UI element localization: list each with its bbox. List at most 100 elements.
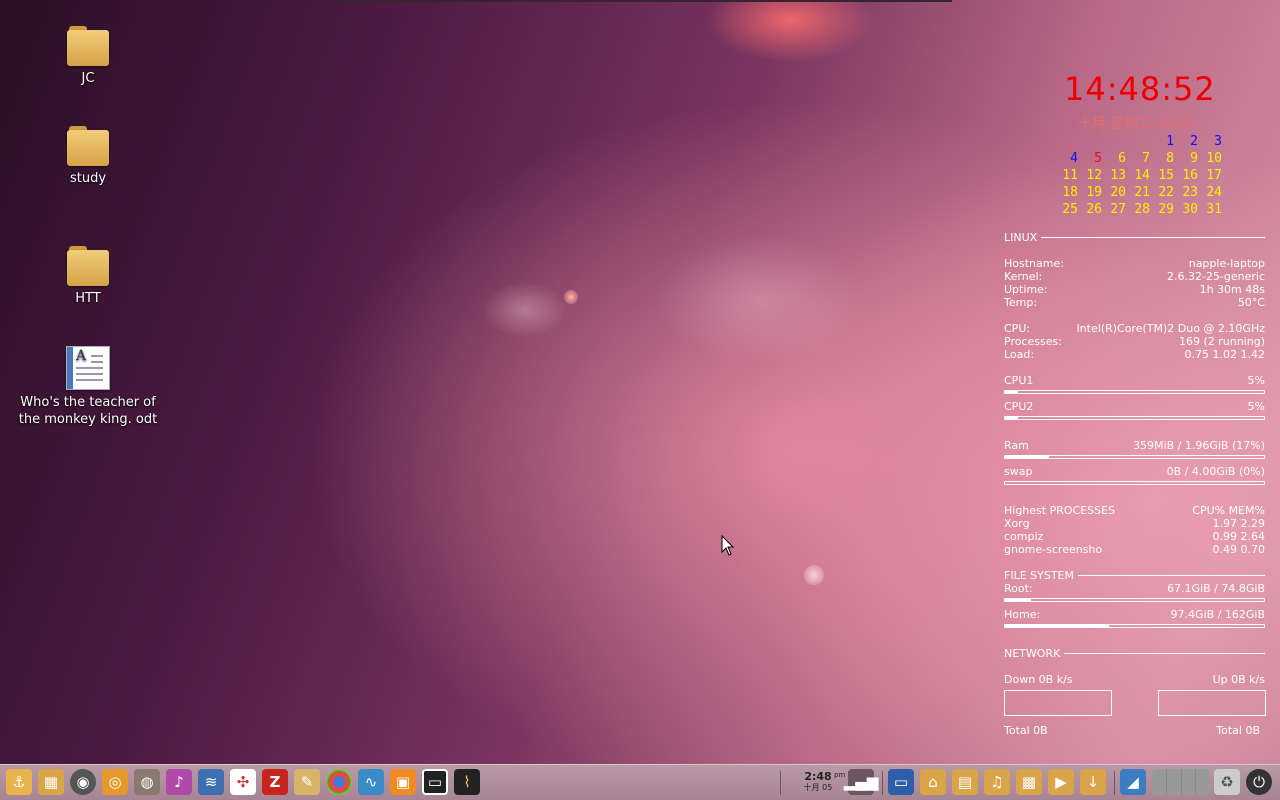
calendar-day: 23 xyxy=(1182,185,1198,200)
power-icon[interactable]: ⏻ xyxy=(1246,769,1272,795)
load-value: 0.75 1.02 1.42 xyxy=(1184,348,1265,361)
calendar-day xyxy=(1102,134,1126,151)
calendar-day: 16 xyxy=(1182,168,1198,183)
chrome-icon[interactable] xyxy=(326,769,352,795)
calendar-day: 26 xyxy=(1086,202,1102,217)
calendar-day: 2 xyxy=(1190,134,1198,149)
cpu2-meter: CPU2 5% xyxy=(1004,400,1265,420)
calendar-day: 21 xyxy=(1134,185,1150,200)
writer-icon[interactable]: ≋ xyxy=(198,769,224,795)
calendar-week: 4 5 6 7 8 9 10 xyxy=(1054,151,1222,168)
process-values: 0.99 2.64 xyxy=(1212,530,1265,543)
cpu-label: CPU: xyxy=(1004,322,1031,335)
documents-folder-icon[interactable]: ▤ xyxy=(952,769,978,795)
calendar-day xyxy=(1126,134,1150,151)
hostname-row: Hostname: napple-laptop xyxy=(1004,257,1265,270)
folder-icon xyxy=(67,246,109,286)
folder-icon xyxy=(67,126,109,166)
calendar-day: 17 xyxy=(1206,168,1222,183)
videos-folder-icon[interactable]: ▶ xyxy=(1048,769,1074,795)
calendar-day: 20 xyxy=(1110,185,1126,200)
desktop-folder-study[interactable]: study xyxy=(18,126,158,187)
calendar-day: 19 xyxy=(1086,185,1102,200)
monitor-icon[interactable]: ▭ xyxy=(888,769,914,795)
downloads-folder-icon[interactable]: ↓ xyxy=(1080,769,1106,795)
cpu-value: Intel(R)Core(TM)2 Duo @ 2.10GHz xyxy=(1076,322,1265,335)
desktop-document-odt[interactable]: A Who's the teacher of the monkey king. … xyxy=(18,346,158,428)
section-heading: FILE SYSTEM xyxy=(1004,569,1074,582)
desktop-icon-label: Who's the teacher of the monkey king. od… xyxy=(18,395,158,427)
workspace-switcher-icon[interactable] xyxy=(1152,769,1210,795)
eye-icon[interactable]: ◎ xyxy=(102,769,128,795)
taskbar-separator xyxy=(780,771,781,795)
hostname-value: napple-laptop xyxy=(1188,257,1265,270)
calendar-day: 24 xyxy=(1206,185,1222,200)
load-label: Load: xyxy=(1004,348,1035,361)
home-label: Home: xyxy=(1004,608,1041,621)
processes-table: Highest PROCESSES CPU% MEM% Xorg 1.97 2.29… xyxy=(1004,504,1265,556)
top-window-edge xyxy=(328,0,952,2)
paint-icon[interactable]: ✎ xyxy=(294,769,320,795)
swap-bar xyxy=(1004,481,1265,485)
root-label: Root: xyxy=(1004,582,1033,595)
calendar-day: 11 xyxy=(1062,168,1078,183)
tv-icon[interactable]: ▭ xyxy=(422,769,448,795)
document-icon: A xyxy=(66,346,110,390)
music-player-icon[interactable]: ♪ xyxy=(166,769,192,795)
desktop-preview-icon[interactable]: ◢ xyxy=(1120,769,1146,795)
network-totals: Total 0B Total 0B xyxy=(1004,724,1265,737)
anchor-icon[interactable]: ⚓ xyxy=(6,769,32,795)
speaker-icon[interactable]: ◍ xyxy=(134,769,160,795)
home-value: 97.4GiB / 162GiB xyxy=(1170,608,1265,621)
calendar-day: 14 xyxy=(1134,168,1150,183)
calendar-day: 18 xyxy=(1062,185,1078,200)
filezilla-icon[interactable]: Z xyxy=(262,769,288,795)
taskbar-clock[interactable]: 2:48 pm 十月 05 xyxy=(798,770,846,793)
uptime-row: Uptime: 1h 30m 48s xyxy=(1004,283,1265,296)
calendar-week: 25 26 27 28 29 30 31 xyxy=(1054,202,1222,219)
package-icon[interactable]: ▣ xyxy=(390,769,416,795)
calendar-day: 29 xyxy=(1158,202,1174,217)
cpu-row: CPU: Intel(R)Core(TM)2 Duo @ 2.10GHz xyxy=(1004,322,1265,335)
cpu2-bar xyxy=(1004,416,1265,420)
music-folder-icon[interactable]: ♫ xyxy=(984,769,1010,795)
processes-columns: CPU% MEM% xyxy=(1192,504,1265,517)
calendar-day: 31 xyxy=(1206,202,1222,217)
trash-icon[interactable]: ♻ xyxy=(1214,769,1240,795)
download-graph xyxy=(1004,690,1112,716)
kernel-value: 2.6.32-25-generic xyxy=(1166,270,1265,283)
section-heading: LINUX xyxy=(1004,231,1038,244)
linux-section: LINUX Hostname: napple-laptop Kernel: 2.6.… xyxy=(1004,231,1265,361)
processes-row: Processes: 169 (2 running) xyxy=(1004,335,1265,348)
pictures-folder-icon[interactable]: ▩ xyxy=(1016,769,1042,795)
root-value: 67.1GiB / 74.8GiB xyxy=(1167,582,1265,595)
signal-icon[interactable]: ▂▄▆ xyxy=(844,769,878,795)
home-folder-icon[interactable]: ⌂ xyxy=(920,769,946,795)
desktop-folder-jc[interactable]: JC xyxy=(18,26,158,87)
hostname-label: Hostname: xyxy=(1004,257,1064,270)
system-monitor-icon[interactable]: ∿ xyxy=(358,769,384,795)
swap-value: 0B / 4.00GiB (0%) xyxy=(1166,465,1265,478)
process-name: compiz xyxy=(1004,530,1044,543)
root-bar xyxy=(1004,598,1265,602)
dna-app-icon[interactable]: ✣ xyxy=(230,769,256,795)
table-row: Xorg 1.97 2.29 xyxy=(1004,517,1265,530)
processes-value: 169 (2 running) xyxy=(1178,335,1265,348)
calendar-day: 15 xyxy=(1158,168,1174,183)
desktop-folder-htt[interactable]: HTT xyxy=(18,246,158,307)
camera-icon[interactable]: ◉ xyxy=(70,769,96,795)
uptime-label: Uptime: xyxy=(1004,283,1048,296)
activity-monitor-icon[interactable]: ⌇ xyxy=(454,769,480,795)
network-section: NETWORK Down 0B k/s Up 0B k/s xyxy=(1004,647,1265,686)
desktop-icon-label: HTT xyxy=(75,291,101,306)
load-row: Load: 0.75 1.02 1.42 xyxy=(1004,348,1265,361)
clock-time: 2:48 xyxy=(804,770,832,783)
processes-label: Processes: xyxy=(1004,335,1062,348)
table-row: gnome-screensho 0.49 0.70 xyxy=(1004,543,1265,556)
home-bar xyxy=(1004,624,1265,628)
filesystem-section: FILE SYSTEM Root: 67.1GiB / 74.8GiB Home:… xyxy=(1004,569,1265,628)
calendar-day: 6 xyxy=(1118,151,1126,166)
swap-label: swap xyxy=(1004,465,1033,478)
file-manager-icon[interactable]: ▦ xyxy=(38,769,64,795)
ram-label: Ram xyxy=(1004,439,1029,452)
